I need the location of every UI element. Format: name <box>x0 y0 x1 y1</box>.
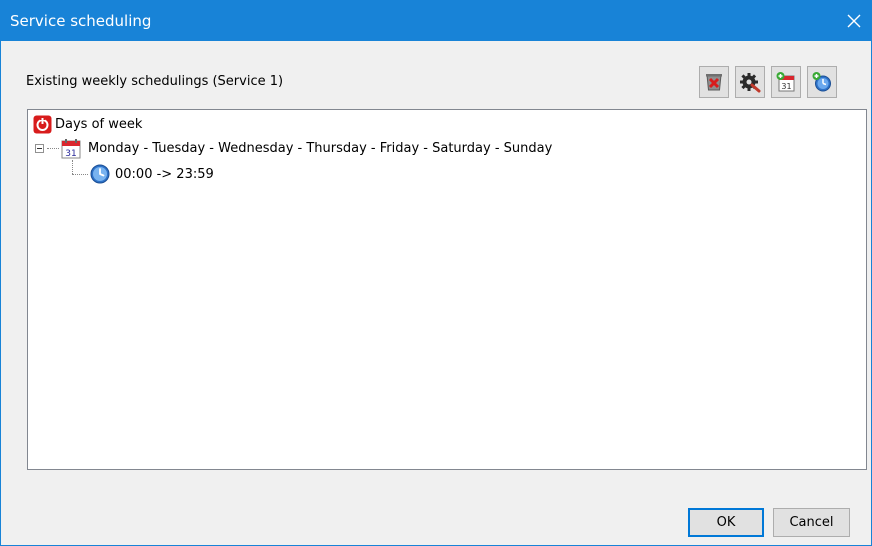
clock-icon <box>89 163 111 185</box>
add-time-icon <box>812 72 831 92</box>
add-day-icon: 31 <box>776 72 795 92</box>
close-icon <box>847 14 861 28</box>
svg-text:31: 31 <box>781 82 791 91</box>
add-day-button[interactable]: 31 <box>771 66 801 98</box>
settings-button[interactable] <box>735 66 765 98</box>
svg-text:31: 31 <box>65 149 76 159</box>
close-button[interactable] <box>837 1 871 41</box>
cancel-button[interactable]: Cancel <box>773 508 850 537</box>
tree-connector <box>72 174 88 175</box>
schedule-tree[interactable]: Days of week 31 Monday - Tuesday - Wedne… <box>27 109 867 470</box>
delete-button[interactable] <box>699 66 729 98</box>
tree-days-item[interactable]: 31 Monday - Tuesday - Wednesday - Thursd… <box>60 137 552 159</box>
tree-time-item[interactable]: 00:00 -> 23:59 <box>89 163 214 185</box>
settings-icon <box>740 73 761 93</box>
tree-days-label: Monday - Tuesday - Wednesday - Thursday … <box>88 140 553 156</box>
calendar-icon: 31 <box>60 137 82 159</box>
collapse-toggle[interactable] <box>35 144 44 153</box>
dialog-window: Service scheduling Existing weekly sched… <box>0 0 872 546</box>
tree-connector <box>72 160 73 174</box>
tree-time-label: 00:00 -> 23:59 <box>115 166 214 182</box>
days-of-week-icon <box>31 113 53 135</box>
section-label: Existing weekly schedulings (Service 1) <box>26 74 284 89</box>
tree-root-label: Days of week <box>55 116 143 132</box>
ok-button[interactable]: OK <box>688 508 764 537</box>
add-time-button[interactable] <box>807 66 837 98</box>
tree-connector <box>47 148 59 149</box>
window-title: Service scheduling <box>10 12 152 30</box>
delete-icon <box>706 74 722 91</box>
toolbar: 31 <box>699 66 837 100</box>
title-bar[interactable]: Service scheduling <box>1 1 871 41</box>
tree-root-item[interactable]: Days of week <box>31 113 142 135</box>
